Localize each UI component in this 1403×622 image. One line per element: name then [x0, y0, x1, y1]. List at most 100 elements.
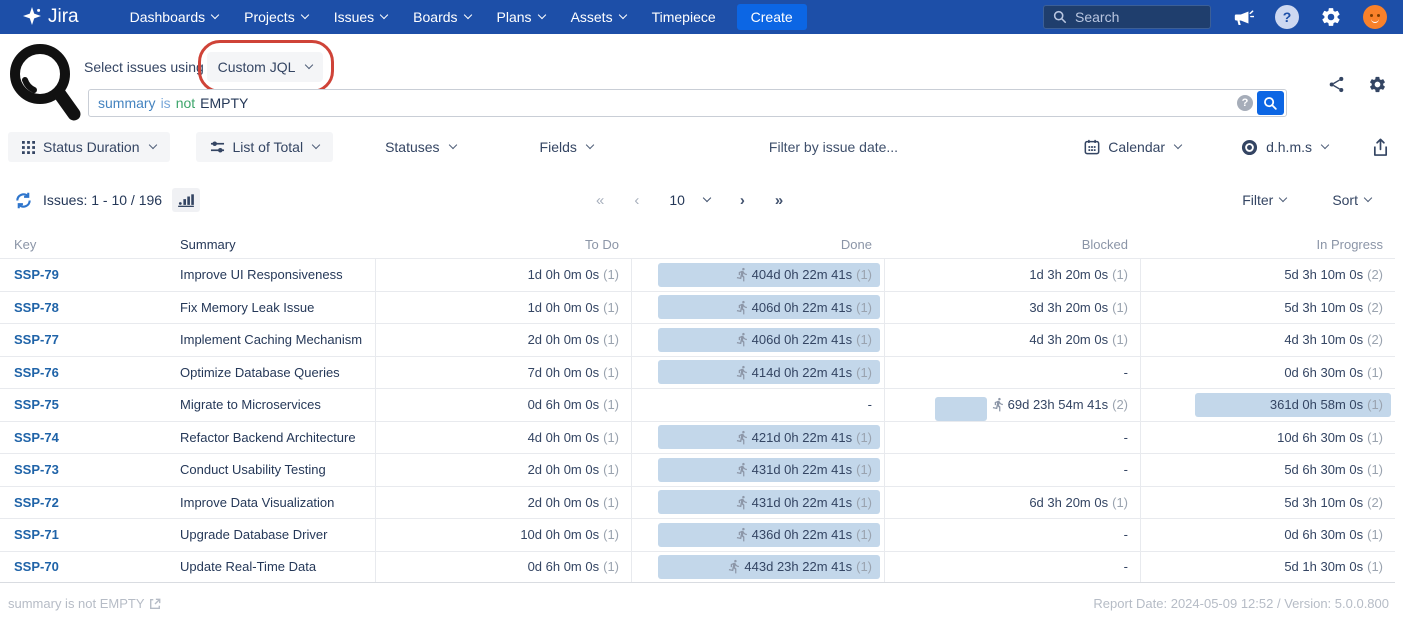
transition-count: (1)	[856, 462, 872, 477]
duration-value: 2d 0h 0m 0s	[528, 462, 600, 477]
todo-duration-cell: 2d 0h 0m 0s(1)	[375, 487, 631, 519]
prev-page-button[interactable]: ‹	[634, 192, 639, 209]
duration-empty: -	[1124, 365, 1128, 380]
jql-token: not	[176, 95, 195, 111]
settings-button[interactable]	[1320, 6, 1342, 28]
nav-item-projects[interactable]: Projects	[231, 0, 321, 34]
nav-item-plans[interactable]: Plans	[484, 0, 558, 34]
footer-jql-link[interactable]: summary is not EMPTY	[8, 596, 161, 611]
report-type-value: Status Duration	[43, 139, 140, 155]
jql-help-button[interactable]: ?	[1237, 95, 1253, 111]
report-actions	[1327, 75, 1387, 94]
help-button[interactable]: ?	[1275, 5, 1299, 29]
issue-key-link[interactable]: SSP-74	[14, 430, 59, 445]
duration-value: 5d 6h 30m 0s	[1284, 462, 1363, 477]
grid-icon	[22, 141, 35, 154]
transition-count: (2)	[1367, 495, 1383, 510]
inprogress-duration-cell: 5d 6h 30m 0s(1)	[1140, 454, 1395, 486]
timepiece-magnifier-logo	[8, 42, 82, 124]
blocked-duration-cell: -	[884, 454, 1140, 486]
next-page-button[interactable]: ›	[740, 192, 745, 209]
issue-key-link[interactable]: SSP-79	[14, 267, 59, 282]
nav-item-dashboards[interactable]: Dashboards	[117, 0, 232, 34]
issue-key-link[interactable]: SSP-77	[14, 332, 59, 347]
statuses-select[interactable]: Statuses	[371, 132, 469, 162]
sort-dropdown[interactable]: Sort	[1332, 192, 1371, 208]
table-row: SSP-76Optimize Database Queries7d 0h 0m …	[0, 356, 1395, 389]
duration-value: 5d 3h 10m 0s	[1284, 267, 1363, 282]
nav-item-issues[interactable]: Issues	[321, 0, 400, 34]
issue-summary-cell: Fix Memory Leak Issue	[180, 300, 375, 315]
blocked-duration-cell: 69d 23h 54m 41s(2)	[884, 389, 1140, 421]
jira-logo[interactable]: Jira	[22, 6, 79, 28]
done-duration-cell: 421d 0h 22m 41s(1)	[631, 422, 884, 454]
chart-view-button[interactable]	[172, 188, 200, 212]
runner-icon	[991, 397, 1006, 412]
pagination-controls: « ‹ 10 › »	[596, 186, 783, 214]
duration-value: 406d 0h 22m 41s	[752, 300, 852, 315]
issue-key-cell: SSP-71	[0, 527, 180, 542]
last-page-button[interactable]: »	[775, 192, 783, 209]
nav-item-label: Plans	[497, 9, 532, 25]
issue-key-link[interactable]: SSP-71	[14, 527, 59, 542]
export-button[interactable]	[1372, 138, 1389, 157]
issue-key-link[interactable]: SSP-73	[14, 462, 59, 477]
calendar-select[interactable]: Calendar	[1070, 132, 1195, 162]
page-size-select[interactable]: 10	[669, 192, 710, 208]
issue-key-link[interactable]: SSP-70	[14, 559, 59, 574]
jql-search-button[interactable]	[1257, 91, 1284, 115]
issue-key-link[interactable]: SSP-76	[14, 365, 59, 380]
report-type-select[interactable]: Status Duration	[8, 132, 170, 162]
transition-count: (1)	[856, 495, 872, 510]
profile-button[interactable]	[1363, 5, 1387, 29]
transition-count: (1)	[1112, 332, 1128, 347]
nav-item-label: Projects	[244, 9, 295, 25]
first-page-button[interactable]: «	[596, 192, 604, 209]
jql-input[interactable]: summaryisnotEMPTY	[88, 89, 1287, 117]
table-row: SSP-77Implement Caching Mechanism2d 0h 0…	[0, 323, 1395, 356]
search-icon	[1053, 10, 1067, 24]
table-row: SSP-75Migrate to Microservices0d 6h 0m 0…	[0, 388, 1395, 421]
todo-duration-cell: 1d 0h 0m 0s(1)	[375, 259, 631, 291]
chevron-down-icon	[211, 11, 219, 19]
issue-key-link[interactable]: SSP-75	[14, 397, 59, 412]
duration-highlight-pill: 431d 0h 22m 41s(1)	[658, 458, 880, 482]
runner-icon	[735, 462, 750, 477]
chevron-down-icon	[1174, 141, 1182, 149]
blocked-duration-cell: -	[884, 357, 1140, 389]
fields-select[interactable]: Fields	[526, 132, 607, 162]
time-format-select[interactable]: d.h.m.s	[1227, 132, 1342, 162]
report-settings-button[interactable]	[1368, 75, 1387, 94]
issue-key-link[interactable]: SSP-72	[14, 495, 59, 510]
duration-value: 4d 3h 20m 0s	[1029, 332, 1108, 347]
nav-item-timepiece[interactable]: Timepiece	[639, 0, 729, 34]
blocked-duration-cell: 6d 3h 20m 0s(1)	[884, 487, 1140, 519]
inprogress-duration-cell: 4d 3h 10m 0s(2)	[1140, 324, 1395, 356]
issue-date-filter[interactable]: Filter by issue date...	[769, 139, 898, 155]
nav-item-boards[interactable]: Boards	[400, 0, 483, 34]
chevron-down-icon	[305, 61, 313, 69]
blocked-duration-cell: 3d 3h 20m 0s(1)	[884, 292, 1140, 324]
done-duration-cell: 406d 0h 22m 41s(1)	[631, 292, 884, 324]
todo-duration-cell: 7d 0h 0m 0s(1)	[375, 357, 631, 389]
share-button[interactable]	[1327, 75, 1346, 94]
inprogress-duration-cell: 361d 0h 58m 0s(1)	[1140, 389, 1395, 421]
jql-mode-select[interactable]: Custom JQL	[207, 52, 323, 82]
jql-token: EMPTY	[200, 95, 248, 111]
transition-count: (1)	[1367, 430, 1383, 445]
footer-jql-text: summary is not EMPTY	[8, 596, 145, 611]
refresh-button[interactable]	[14, 191, 33, 210]
search-input[interactable]: Search	[1043, 5, 1211, 29]
jql-row: summaryisnotEMPTY ?	[88, 89, 1287, 117]
view-mode-select[interactable]: List of Total	[196, 132, 334, 162]
table-row: SSP-79Improve UI Responsiveness1d 0h 0m …	[0, 258, 1395, 291]
column-header-done: Done	[631, 230, 884, 258]
announcements-button[interactable]	[1232, 7, 1254, 27]
create-button[interactable]: Create	[737, 4, 807, 30]
duration-value: 0d 6h 0m 0s	[528, 559, 600, 574]
inprogress-duration-cell: 10d 6h 30m 0s(1)	[1140, 422, 1395, 454]
page-size-value: 10	[669, 192, 685, 208]
nav-item-assets[interactable]: Assets	[558, 0, 639, 34]
issue-key-link[interactable]: SSP-78	[14, 300, 59, 315]
filter-dropdown[interactable]: Filter	[1242, 192, 1286, 208]
